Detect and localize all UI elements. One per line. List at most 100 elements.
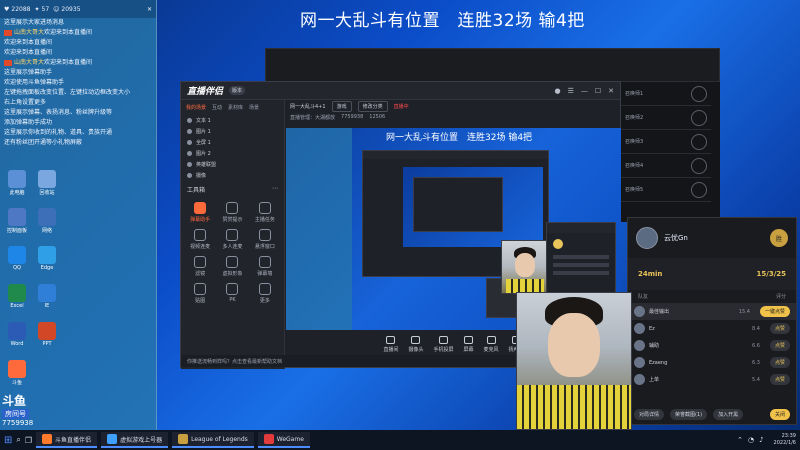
taskbar-app[interactable]: 斗鱼直播伴侣 [36, 432, 98, 448]
match-action-button[interactable]: 关闭 [769, 409, 790, 420]
room-info: 直播管理：大湖都放 [290, 114, 336, 121]
scene-item[interactable]: 全屏 1 [181, 137, 284, 148]
eye-icon[interactable] [187, 118, 192, 123]
desktop-icon[interactable]: 网络 [34, 208, 60, 234]
tool-button[interactable]: 虚拟形象 [217, 256, 247, 277]
scene-item[interactable]: 图片 2 [181, 148, 284, 159]
match-action-button[interactable]: 对局详情 [634, 409, 665, 420]
control-icon [411, 336, 421, 344]
match-action-button[interactable]: 加入开黑 [713, 409, 744, 420]
taskbar-app[interactable]: League of Legends [172, 432, 254, 448]
like-button[interactable]: 点赞 [769, 357, 790, 368]
avatar-icon[interactable]: ● [554, 87, 560, 95]
control-button[interactable]: 麦克风 [484, 336, 499, 353]
teammate-score: 6.6 [752, 342, 760, 349]
desktop-icon[interactable]: 此电脑 [4, 170, 30, 196]
desktop-icon[interactable]: IE [34, 284, 60, 309]
system-clock[interactable]: 23:39 2022/1/6 [774, 433, 796, 447]
chat-text: 这里展示你收到的礼物、道具、贵族开通 [4, 129, 113, 136]
summoner-avatar [691, 133, 707, 150]
chevron-up-icon[interactable]: ⌃ [737, 436, 743, 444]
control-button[interactable]: 摄像头 [408, 336, 423, 353]
tool-button[interactable]: 更多 [250, 283, 280, 304]
like-button[interactable]: 点赞 [769, 340, 790, 351]
search-icon[interactable]: ⌕ [16, 435, 20, 445]
menu-icon[interactable]: ☰ [568, 87, 574, 95]
network-icon[interactable]: ◔ [748, 436, 754, 444]
tab-2[interactable]: 素材库 [228, 104, 243, 111]
scene-item[interactable]: 文本 1 [181, 115, 284, 126]
eye-icon[interactable] [187, 173, 192, 178]
teammate-name: 辅助 [649, 343, 660, 349]
edit-category-button[interactable]: 修改分类 [357, 100, 388, 112]
tool-button[interactable]: 滤镜 [185, 256, 215, 277]
tool-icon [194, 229, 207, 241]
taskbar-app[interactable]: WeGame [257, 432, 310, 448]
tool-button[interactable]: 赞赏提示 [217, 202, 247, 223]
scene-label: 摄像 [196, 173, 207, 179]
tab-0[interactable]: 我的场景 [186, 104, 206, 111]
taskbar-app[interactable]: 虚拟游戏上号器 [101, 432, 169, 448]
stream-title[interactable]: 网一大乱斗4+1 [290, 103, 326, 110]
chat-text: 欢迎来到本直播间 [44, 59, 93, 66]
tool-button[interactable]: 视频连麦 [185, 229, 215, 250]
match-action-button[interactable]: 荣誉截图(1) [670, 409, 708, 420]
start-icon[interactable]: ⊞ [4, 435, 12, 446]
control-button[interactable]: 直播间 [383, 336, 398, 353]
like-button[interactable]: 一键点赞 [759, 306, 790, 317]
tool-button[interactable]: 弹幕墙 [250, 256, 280, 277]
eye-icon[interactable] [187, 129, 192, 134]
eye-icon[interactable] [187, 140, 192, 145]
scene-item[interactable]: 摄像 [181, 170, 284, 181]
desktop-icon[interactable]: 斗鱼 [4, 360, 30, 386]
app-logo: 直播伴侣 [187, 87, 224, 97]
chat-message: 右上角设置更多 [0, 98, 156, 108]
desktop-icon[interactable]: 回收站 [34, 170, 60, 196]
tab-3[interactable]: 场景 [249, 104, 259, 111]
scene-item[interactable]: 图片 1 [181, 126, 284, 137]
app-icon [107, 434, 118, 444]
chat-text: 右上角设置更多 [4, 99, 47, 106]
desktop-icon[interactable]: QQ [4, 246, 30, 271]
tool-button[interactable]: 弹幕助手 [185, 202, 215, 223]
avatar [634, 340, 645, 351]
desktop-icon[interactable]: Word [4, 322, 30, 347]
tool-button[interactable]: PK [217, 283, 247, 304]
tool-button[interactable]: 主播任务 [250, 202, 280, 223]
desktop-icon[interactable]: Excel [4, 284, 30, 309]
match-stats: 24min 15/3/25 [628, 258, 796, 290]
desktop-icon[interactable]: Edge [34, 246, 60, 271]
tool-button[interactable]: 多人连麦 [217, 229, 247, 250]
tab-1[interactable]: 互动 [212, 104, 222, 111]
douyu-watermark: 斗鱼 房间号 7759938 [2, 392, 72, 427]
volume-icon[interactable]: ♪ [759, 436, 763, 444]
close-icon[interactable]: ✕ [608, 87, 614, 95]
summoner-slot: 召唤师5 [621, 178, 711, 202]
desktop-icon[interactable]: PPT [34, 322, 60, 347]
tool-button[interactable]: 悬浮窗口 [250, 229, 280, 250]
match-result-panel[interactable]: 云忧Gn 胜 24min 15/3/25 队友 评分 最佳输出 15.4 一键点赞 E… [627, 217, 797, 425]
like-button[interactable]: 点赞 [769, 323, 790, 334]
maximize-icon[interactable]: ☐ [595, 87, 601, 95]
taskview-icon[interactable]: ❐ [25, 436, 32, 445]
eye-icon[interactable] [187, 151, 192, 156]
chat-message: 这里展示弹幕、表扬消息、粉丝牌升级等 [0, 108, 156, 118]
tool-button[interactable]: 贴图 [185, 283, 215, 304]
category-tag[interactable]: 游戏 [331, 100, 352, 112]
minimize-icon[interactable]: — [581, 87, 588, 95]
teammate-score: 15.4 [738, 308, 750, 315]
chat-message: 山南大哥大欢迎来到本直播间 [0, 28, 156, 38]
control-button[interactable]: 手机投屏 [433, 336, 454, 353]
close-icon[interactable]: ✕ [147, 6, 152, 13]
scene-item[interactable]: 英雄联盟 [181, 159, 284, 170]
like-button[interactable]: 点赞 [769, 374, 790, 385]
eye-icon[interactable] [187, 162, 192, 167]
desktop-icon[interactable]: 控制面板 [4, 208, 30, 234]
summoner-slot: 召唤师4 [621, 154, 711, 178]
more-icon[interactable]: ⋯ [272, 185, 278, 194]
tool-label: 视频连麦 [190, 244, 211, 250]
control-button[interactable]: 屏幕 [464, 336, 474, 353]
tool-label: PK [229, 297, 236, 303]
version-badge[interactable]: 版本 [229, 86, 246, 95]
control-icon [438, 336, 448, 344]
